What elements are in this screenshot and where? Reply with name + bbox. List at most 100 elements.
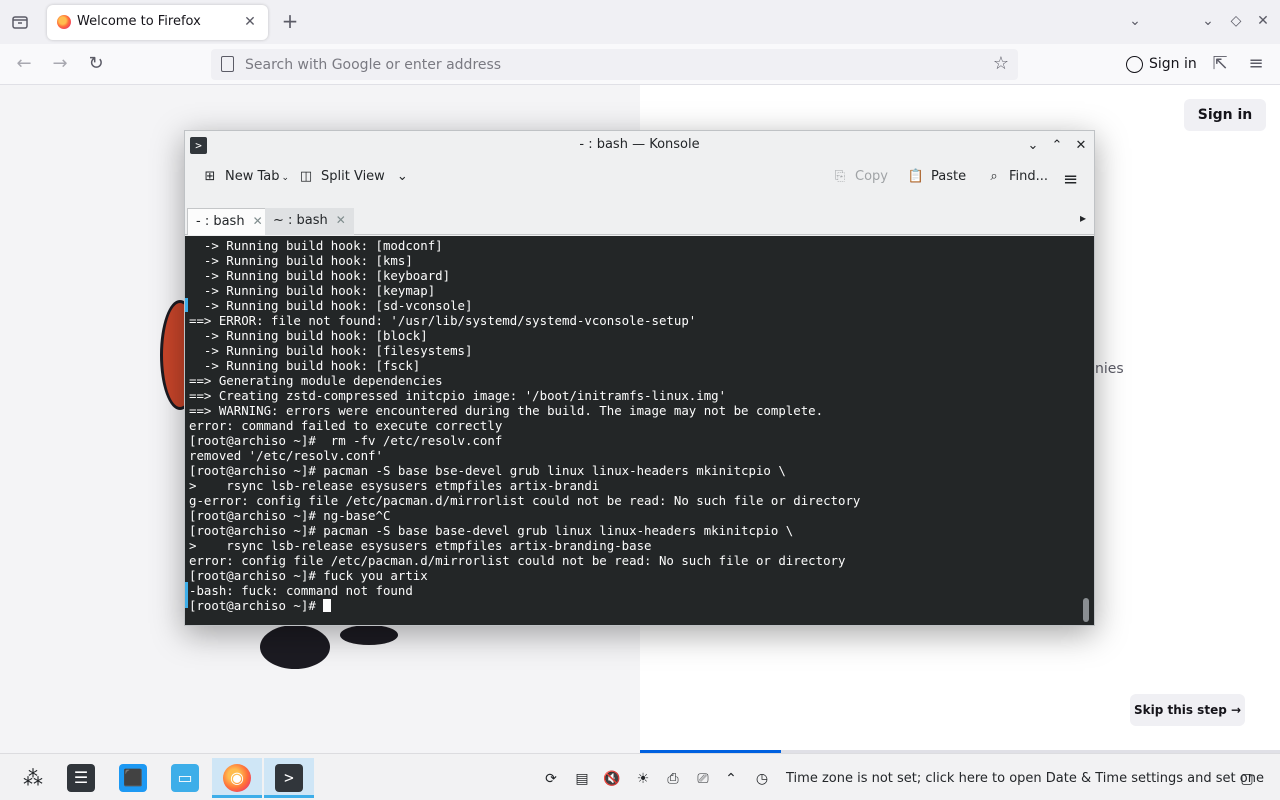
- firefox-taskbar-button[interactable]: ◉: [212, 758, 262, 798]
- copy-button[interactable]: ⎘ Copy: [831, 169, 888, 195]
- close-window-icon[interactable]: ✕: [1253, 11, 1273, 31]
- show-desktop-icon[interactable]: ▢: [1238, 770, 1256, 788]
- page-signin-button[interactable]: Sign in: [1184, 99, 1266, 131]
- terminal-line: > rsync lsb-release esysusers etmpfiles …: [189, 538, 652, 553]
- konsole-tab-bar: - : bash ✕ ~ : bash ✕ ▸: [185, 205, 1094, 235]
- extensions-icon[interactable]: ⇱: [1208, 52, 1232, 76]
- konsole-titlebar[interactable]: > - : bash — Konsole ⌄ ⌃ ✕: [185, 131, 1094, 160]
- konsole-window[interactable]: > - : bash — Konsole ⌄ ⌃ ✕ ⊞ New Tab ⌄ ◫ Sp…: [184, 130, 1095, 626]
- konsole-tab-bash-1[interactable]: - : bash ✕: [187, 208, 272, 235]
- system-settings-button[interactable]: ☰: [56, 758, 106, 798]
- terminal-line: [root@archiso ~]# pacman -S base base-de…: [189, 523, 794, 538]
- list-all-tabs-icon[interactable]: [8, 10, 32, 34]
- reload-icon[interactable]: ↻: [84, 52, 108, 76]
- display-icon[interactable]: ⎚: [694, 770, 712, 788]
- new-tab-button[interactable]: +: [279, 10, 301, 32]
- terminal-line: ==> Generating module dependencies: [189, 373, 443, 388]
- usb-device-icon[interactable]: ⎙: [664, 770, 682, 788]
- split-view-button[interactable]: ◫ Split View ⌄: [297, 169, 408, 195]
- terminal-line: error: config file /etc/pacman.d/mirrorl…: [189, 553, 846, 568]
- browser-tab-bar: Welcome to Firefox ✕ + ⌄ ⌄ ◇ ✕: [0, 0, 1280, 44]
- close-tab-icon[interactable]: ✕: [336, 213, 346, 227]
- volume-muted-icon[interactable]: 🔇: [603, 770, 621, 788]
- hamburger-menu-icon[interactable]: ≡: [1244, 52, 1268, 76]
- paste-icon: 📋: [907, 169, 925, 184]
- network-icon[interactable]: ⟳: [542, 770, 560, 788]
- close-tab-icon[interactable]: ✕: [253, 214, 263, 228]
- terminal-lines: -> Running build hook: [modconf] -> Runn…: [189, 238, 860, 613]
- konsole-window-title: - : bash — Konsole: [579, 137, 700, 152]
- clipboard-icon[interactable]: ▤: [573, 770, 591, 788]
- chevron-down-icon: ⌄: [281, 173, 290, 183]
- find-button[interactable]: ⌕ Find...: [985, 169, 1048, 195]
- address-input[interactable]: [245, 53, 965, 76]
- firefox-favicon-icon: [57, 15, 71, 29]
- terminal-line: -> Running build hook: [fsck]: [189, 358, 421, 373]
- close-tab-icon[interactable]: ✕: [240, 12, 260, 32]
- terminal-line: ==> Creating zstd-compressed initcpio im…: [189, 388, 727, 403]
- mascot-foot-illustration: [260, 625, 330, 669]
- chevron-down-icon: ⌄: [396, 169, 408, 184]
- new-tab-button[interactable]: ⊞ New Tab ⌄: [201, 169, 290, 195]
- app-launcher-icon: ⁂: [23, 766, 43, 790]
- skip-step-button[interactable]: Skip this step →: [1130, 694, 1245, 726]
- konsole-tab-bash-2[interactable]: ~ : bash ✕: [265, 208, 354, 235]
- browser-tab-title: Welcome to Firefox: [77, 14, 201, 29]
- clock-warning-icon[interactable]: ◷: [753, 770, 771, 788]
- app-launcher-button[interactable]: ⁂: [8, 758, 58, 798]
- show-hidden-icons-chevron-icon[interactable]: ⌃: [722, 770, 740, 788]
- terminal-line: error: command failed to execute correct…: [189, 418, 503, 433]
- close-window-icon[interactable]: ✕: [1071, 136, 1091, 156]
- maximize-icon[interactable]: ⌃: [1047, 136, 1067, 156]
- konsole-tab-label: ~ : bash: [273, 213, 328, 228]
- terminal-line: removed '/etc/resolv.conf': [189, 448, 383, 463]
- konsole-icon: >: [275, 764, 303, 792]
- browser-nav-bar: ← → ↻ ☆ Sign in ⇱ ≡: [0, 44, 1280, 85]
- copy-icon: ⎘: [834, 169, 846, 184]
- minimize-icon[interactable]: ⌄: [1198, 11, 1218, 31]
- bookmark-star-icon[interactable]: ☆: [990, 53, 1012, 75]
- discover-button[interactable]: ⬛: [108, 758, 158, 798]
- terminal-line: ==> WARNING: errors were encountered dur…: [189, 403, 824, 418]
- paste-label: Paste: [931, 169, 967, 184]
- terminal-line: [root@archiso ~]# rm -fv /etc/resolv.con…: [189, 433, 503, 448]
- terminal-line: -> Running build hook: [block]: [189, 328, 428, 343]
- split-view-label: Split View: [321, 169, 385, 184]
- paste-button[interactable]: 📋 Paste: [907, 169, 966, 195]
- tab-list-icon[interactable]: ▸: [1080, 211, 1086, 225]
- new-tab-icon: ⊞: [204, 169, 216, 184]
- file-manager-button[interactable]: ▭: [160, 758, 210, 798]
- terminal-line: > rsync lsb-release esysusers etmpfiles …: [189, 478, 600, 493]
- find-label: Find...: [1009, 169, 1049, 184]
- terminal-line: -> Running build hook: [modconf]: [189, 238, 443, 253]
- account-signin-label: Sign in: [1149, 56, 1197, 72]
- hamburger-menu-icon[interactable]: ≡: [1063, 169, 1078, 195]
- terminal-line: -> Running build hook: [sd-vconsole]: [189, 298, 473, 313]
- taskbar: ⁂ ☰ ⬛ ▭ ◉ > ⟳ ▤ 🔇 ☀ ⎙ ⎚ ⌃ ◷ Time zone is…: [0, 753, 1280, 800]
- browser-tab-welcome[interactable]: Welcome to Firefox ✕: [47, 5, 268, 40]
- terminal-line: -> Running build hook: [filesystems]: [189, 343, 473, 358]
- terminal-line: -> Running build hook: [keyboard]: [189, 268, 451, 283]
- brightness-icon[interactable]: ☀: [634, 770, 652, 788]
- account-signin-button[interactable]: Sign in: [1118, 49, 1200, 80]
- terminal-output[interactable]: -> Running build hook: [modconf] -> Runn…: [185, 236, 1094, 625]
- address-bar[interactable]: ☆: [211, 49, 1018, 80]
- konsole-taskbar-button[interactable]: >: [264, 758, 314, 798]
- system-settings-icon: ☰: [67, 764, 95, 792]
- timezone-notice[interactable]: Time zone is not set; click here to open…: [786, 771, 1264, 786]
- maximize-icon[interactable]: ◇: [1226, 11, 1246, 31]
- discover-store-icon: ⬛: [119, 764, 147, 792]
- terminal-line: -> Running build hook: [kms]: [189, 253, 413, 268]
- minimize-icon[interactable]: ⌄: [1023, 136, 1043, 156]
- konsole-tab-label: - : bash: [196, 214, 245, 229]
- back-arrow-icon[interactable]: ←: [12, 52, 36, 76]
- list-tabs-chevron-icon[interactable]: ⌄: [1125, 11, 1145, 31]
- terminal-line: ==> ERROR: file not found: '/usr/lib/sys…: [189, 313, 697, 328]
- search-icon: ⌕: [990, 169, 998, 184]
- terminal-line: [root@archiso ~]# pacman -S base bse-dev…: [189, 463, 786, 478]
- konsole-toolbar: ⊞ New Tab ⌄ ◫ Split View ⌄ ⎘ Copy 📋 Paste ⌕ Fin…: [185, 164, 1094, 200]
- terminal-line: [root@archiso ~]# ng-base^C: [189, 508, 391, 523]
- forward-arrow-icon[interactable]: →: [48, 52, 72, 76]
- terminal-scrollbar[interactable]: [1083, 598, 1089, 622]
- copy-label: Copy: [855, 169, 888, 184]
